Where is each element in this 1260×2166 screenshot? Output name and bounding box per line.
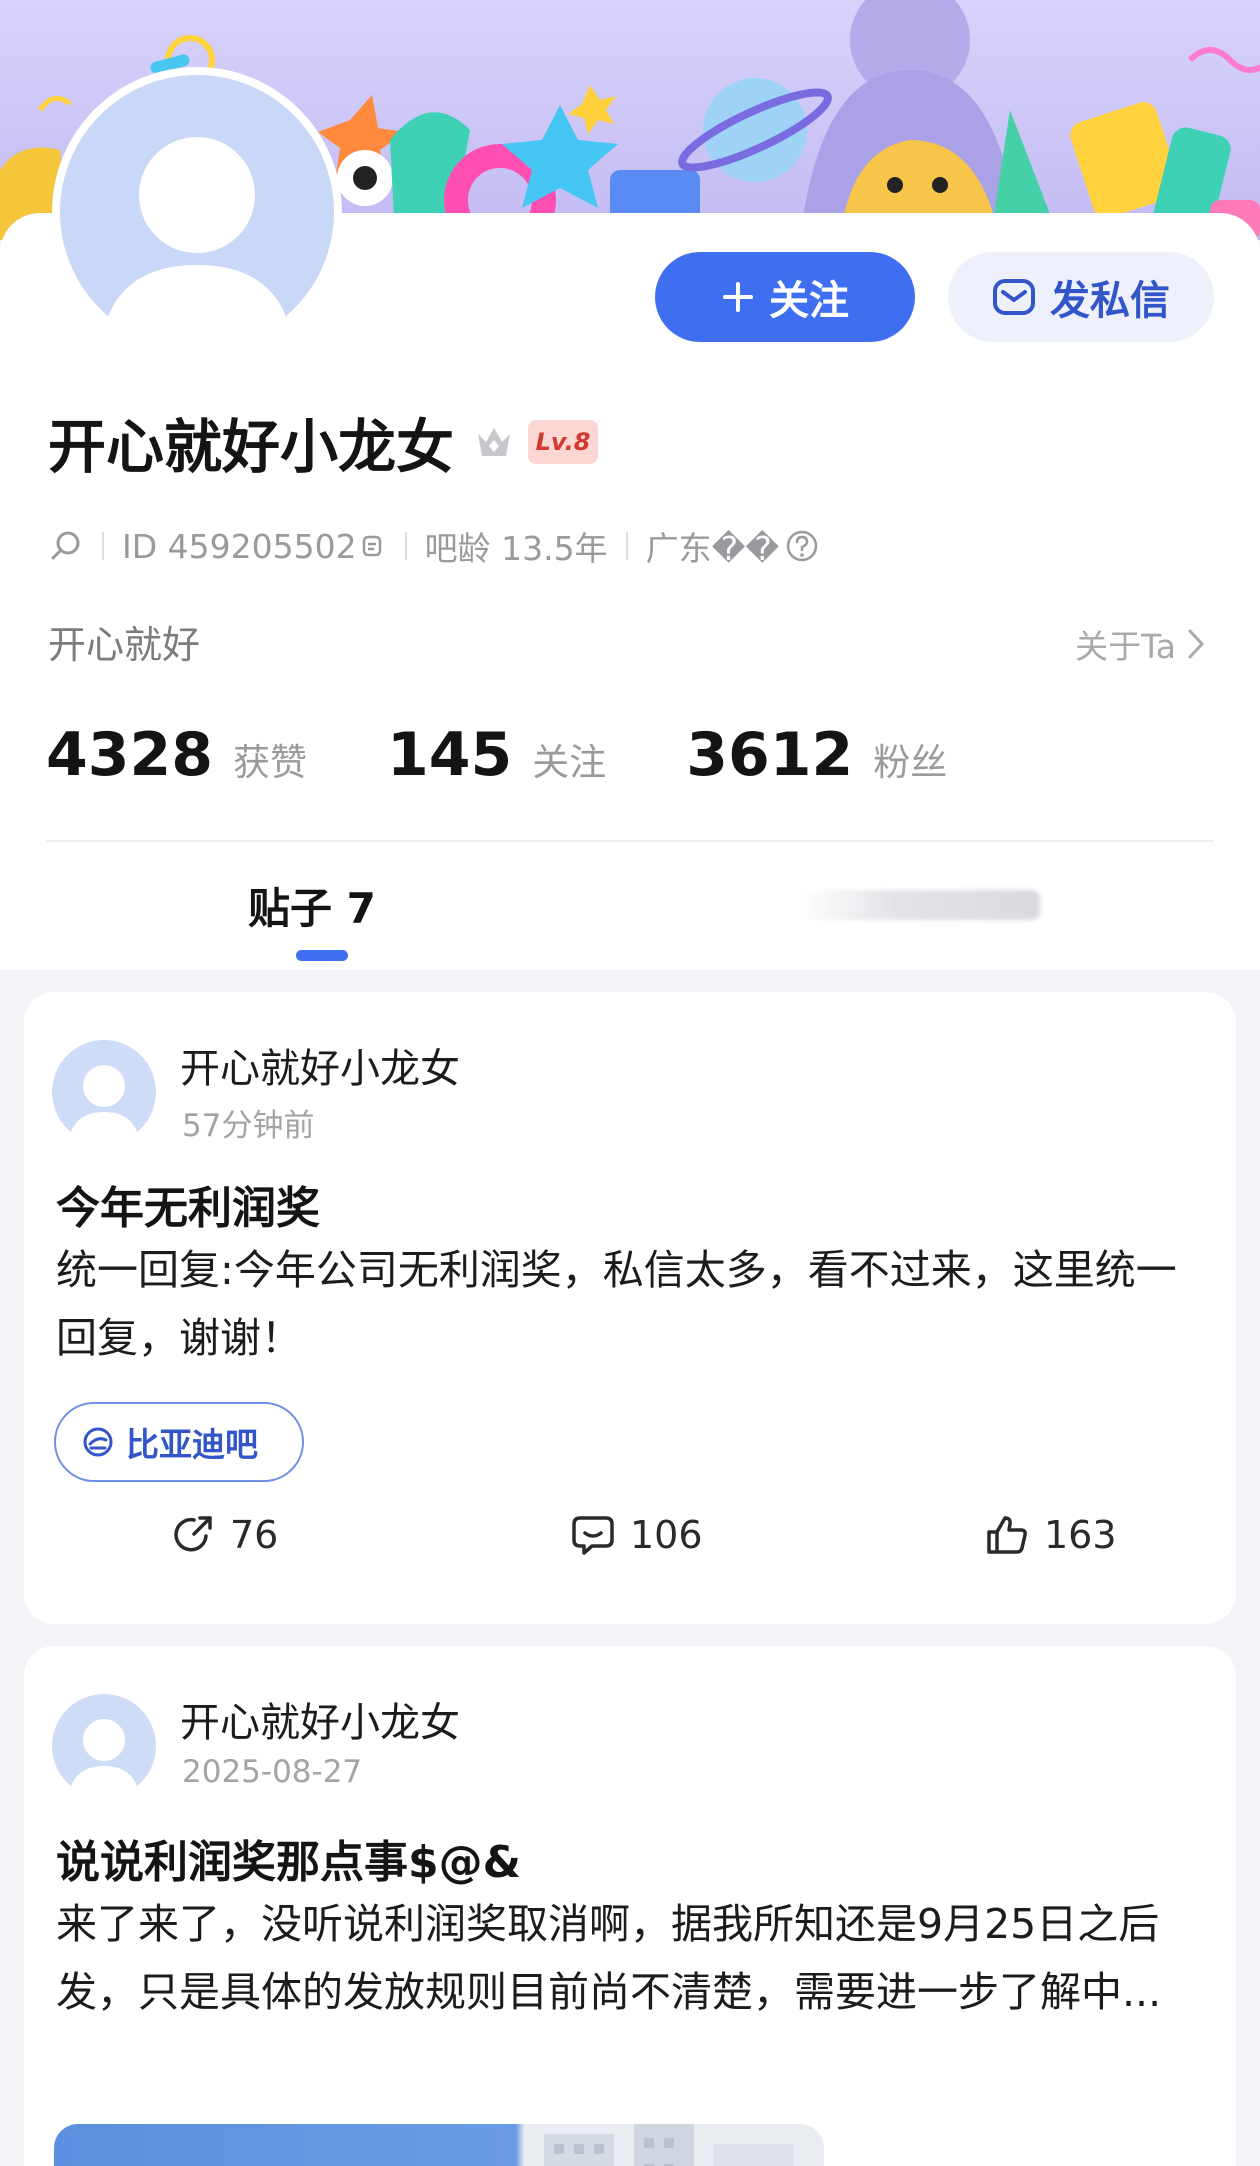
share-icon (174, 1516, 212, 1552)
like-icon (987, 1516, 1027, 1554)
post-body[interactable]: 统一回复:今年公司无利润奖，私信太多，看不过来，这里统一回复，谢谢！ (56, 1236, 1206, 1372)
like-count: 163 (1044, 1513, 1117, 1557)
stat-following[interactable]: 145 关注 (387, 720, 606, 790)
avatar-placeholder-icon (100, 137, 294, 349)
plus-icon (723, 282, 753, 312)
stat-value: 3612 (686, 720, 854, 790)
comment-count: 106 (630, 1513, 703, 1557)
stat-value: 4328 (46, 720, 213, 790)
profile-bio: 开心就好 (48, 623, 201, 667)
tab-active-indicator (296, 950, 348, 961)
tab-obscured[interactable] (800, 890, 1040, 920)
post-card[interactable]: 开心就好小龙女 57分钟前 今年无利润奖 统一回复:今年公司无利润奖，私信太多，… (24, 992, 1236, 1624)
like-button[interactable]: 163 (984, 1512, 1117, 1558)
avatar-placeholder-icon (68, 1719, 140, 1798)
chevron-right-icon (1188, 629, 1204, 659)
post-title[interactable]: 说说利润奖那点事$@& (56, 1826, 521, 1890)
meta-separator (625, 532, 628, 560)
profile-page: 关注 发私信 开心就好小龙女 Lv.8 ID 459205502 吧龄 13.5… (0, 0, 1260, 2166)
post-actions: 76 106 163 (24, 1512, 1236, 1582)
profile-username-row: 开心就好小龙女 Lv.8 (48, 400, 599, 484)
divider (46, 840, 1214, 842)
stat-label: 粉丝 (873, 741, 948, 784)
post-author-avatar[interactable] (52, 1040, 156, 1144)
profile-stats: 4328 获赞 145 关注 3612 粉丝 (46, 720, 1027, 790)
post-author-avatar[interactable] (52, 1694, 156, 1798)
tab-posts[interactable]: 贴子 7 (248, 875, 376, 936)
post-timestamp: 2025-08-27 (182, 1754, 363, 1790)
crown-icon (472, 420, 516, 464)
stat-label: 获赞 (233, 741, 307, 784)
forum-icon (83, 1427, 113, 1457)
profile-meta-row: ID 459205502 吧龄 13.5年 广东�� (48, 520, 819, 572)
stat-value: 145 (387, 720, 513, 790)
send-message-label: 发私信 (1050, 278, 1170, 324)
share-button[interactable]: 76 (170, 1512, 278, 1558)
post-body[interactable]: 来了来了，没听说利润奖取消啊，据我所知还是9月25日之后发，只是具体的发放规则目… (56, 1890, 1206, 2026)
post-title[interactable]: 今年无利润奖 (56, 1172, 320, 1236)
user-id: ID 459205502 (122, 526, 357, 566)
stat-likes[interactable]: 4328 获赞 (46, 720, 307, 790)
post-image-buildings (524, 2124, 824, 2166)
forum-tag[interactable]: 比亚迪吧 (54, 1402, 304, 1482)
post-card[interactable]: 开心就好小龙女 2025-08-27 说说利润奖那点事$@& 来了来了，没听说利… (24, 1646, 1236, 2166)
avatar-placeholder-icon (68, 1065, 140, 1144)
level-badge: Lv.8 (528, 420, 599, 464)
share-count: 76 (230, 1513, 279, 1557)
send-message-button[interactable]: 发私信 (948, 252, 1214, 342)
follow-button[interactable]: 关注 (655, 252, 915, 342)
post-author-name[interactable]: 开心就好小龙女 (180, 1690, 460, 1748)
post-timestamp: 57分钟前 (182, 1108, 315, 1144)
help-icon[interactable] (785, 529, 819, 563)
follow-button-label: 关注 (769, 279, 849, 323)
bar-age: 吧龄 13.5年 (424, 529, 608, 568)
stat-label: 关注 (532, 741, 607, 784)
meta-separator (102, 532, 104, 560)
mail-icon (993, 279, 1035, 315)
stat-followers[interactable]: 3612 粉丝 (686, 720, 947, 790)
forum-tag-label: 比亚迪吧 (126, 1425, 258, 1464)
meta-separator (404, 532, 407, 560)
post-image[interactable] (54, 2124, 824, 2166)
search-icon[interactable] (48, 528, 84, 564)
copy-icon[interactable] (361, 533, 387, 559)
about-link[interactable]: 关于Ta (1075, 620, 1208, 668)
post-author-name[interactable]: 开心就好小龙女 (180, 1036, 460, 1094)
comment-button[interactable]: 106 (570, 1512, 703, 1558)
about-link-label: 关于Ta (1075, 627, 1176, 666)
profile-avatar[interactable] (52, 67, 342, 357)
comment-icon (572, 1516, 614, 1555)
profile-username: 开心就好小龙女 (48, 413, 455, 481)
location: 广东�� (645, 529, 780, 568)
